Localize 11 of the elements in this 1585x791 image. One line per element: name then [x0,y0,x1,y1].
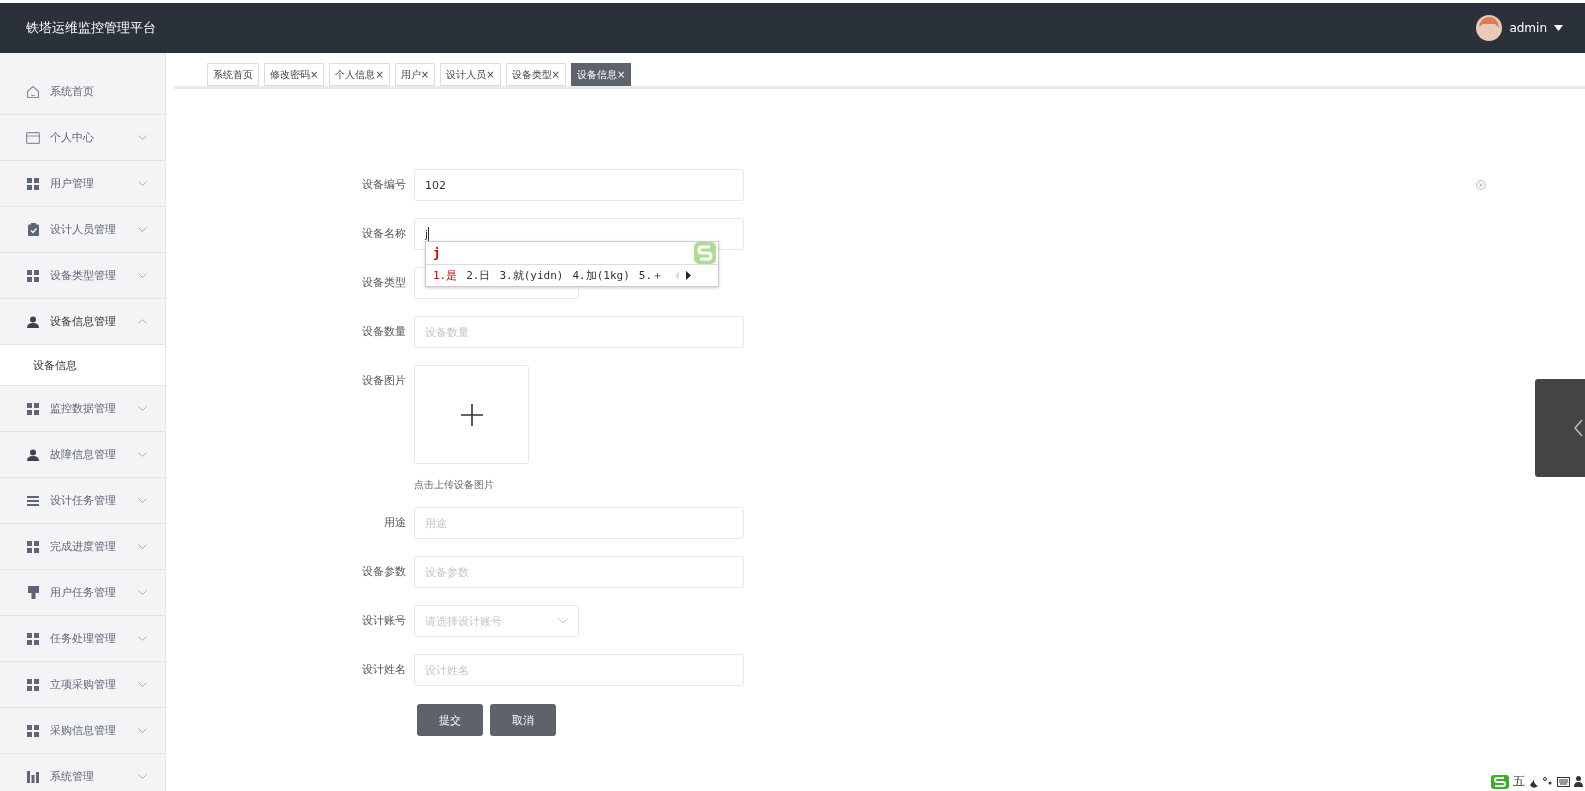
app-title: 铁塔运维监控管理平台 [26,19,156,37]
field-label: 用途 [383,515,406,531]
field-label: 设备图片 [361,373,406,389]
field-label: 设计账号 [361,613,406,629]
field-label: 设备类型 [361,275,406,291]
field-label: 设备参数 [361,564,406,580]
upload-hint: 点击上传设备图片 [414,478,495,492]
field-label: 设备编号 [361,177,406,193]
field-label: 设备数量 [361,324,406,340]
field-label: 设备名称 [361,226,406,242]
field-label: 设计姓名 [361,662,406,678]
